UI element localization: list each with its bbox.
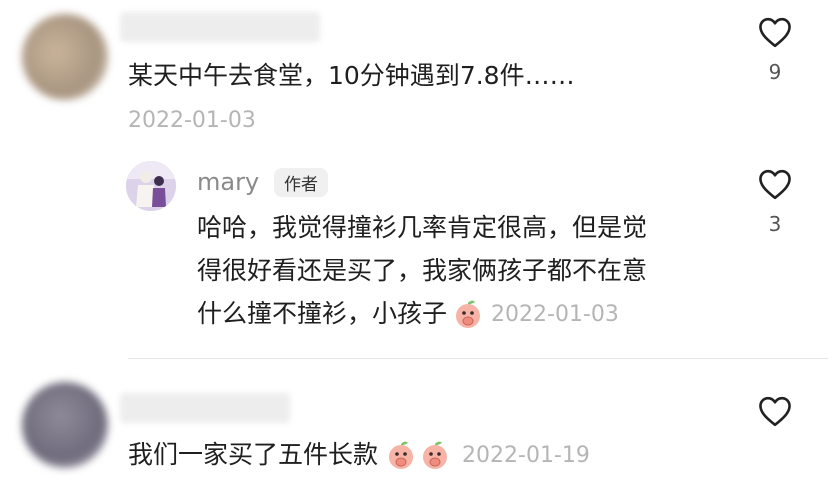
comment-2-row: 我们一家买了五件长款 2022-01-19 [128, 437, 590, 473]
heart-outline-icon [759, 17, 791, 48]
like-count: 9 [768, 60, 782, 84]
username-redacted[interactable] [120, 393, 290, 423]
reply-text-line-2: 得很好看还是买了，我家俩孩子都不在意 [197, 256, 648, 285]
author-badge: 作者 [274, 168, 328, 197]
comment-text: 我们一家买了五件长款 [128, 440, 379, 469]
reply-avatar[interactable] [126, 161, 176, 211]
reply-text-line-1: 哈哈，我觉得撞衫几率肯定很高，但是觉 [197, 213, 648, 242]
comment-date: 2022-01-19 [462, 442, 590, 468]
peach-emoji-icon [423, 441, 448, 469]
reply-username[interactable]: mary [197, 168, 259, 196]
heart-outline-icon [759, 396, 791, 427]
peach-emoji-icon [389, 441, 414, 469]
like-button[interactable]: 9 [757, 16, 793, 84]
like-button[interactable] [757, 395, 793, 427]
avatar[interactable] [22, 14, 108, 100]
comment-text: 某天中午去食堂，10分钟遇到7.8件…… [128, 61, 575, 90]
avatar-photo [126, 161, 176, 211]
avatar[interactable] [22, 382, 108, 468]
username-redacted[interactable] [120, 12, 320, 42]
reply-text-line-3-row: 什么撞不撞衫，小孩子 2022-01-03 [197, 296, 619, 332]
reply-like-button[interactable]: 3 [757, 168, 793, 236]
divider [128, 358, 828, 359]
peach-emoji-icon [456, 300, 481, 328]
comment-date: 2022-01-03 [128, 108, 256, 133]
reply-like-count: 3 [768, 212, 782, 236]
reply-text-line-3: 什么撞不撞衫，小孩子 [197, 299, 448, 328]
reply-date: 2022-01-03 [491, 301, 619, 327]
heart-outline-icon [759, 169, 791, 200]
